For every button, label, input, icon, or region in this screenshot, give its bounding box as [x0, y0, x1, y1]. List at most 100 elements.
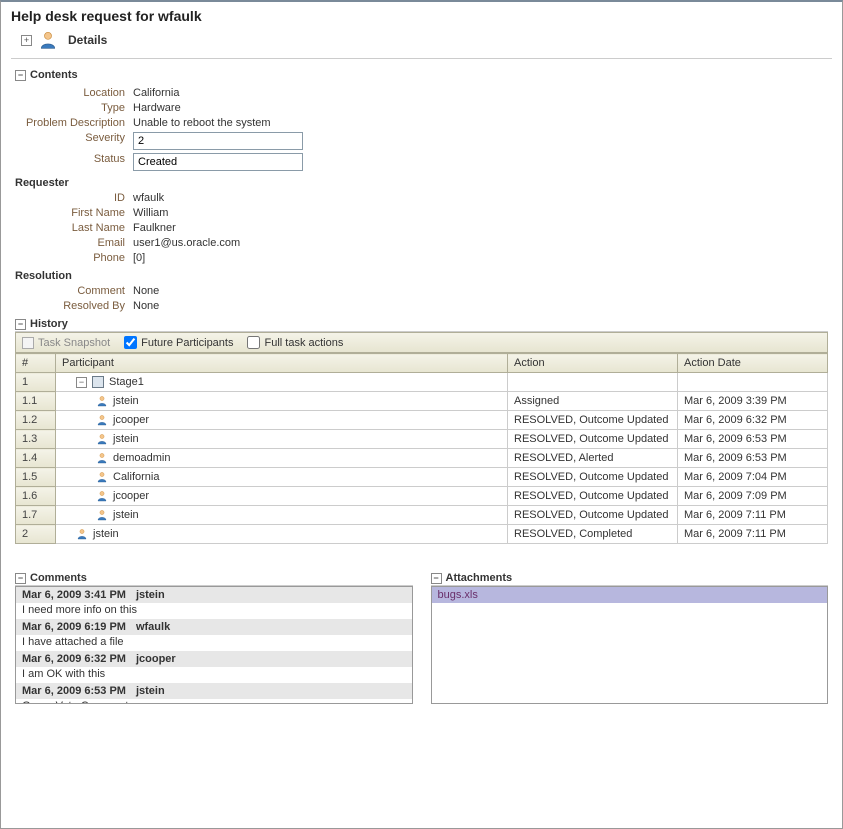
comment-user: jstein	[136, 685, 165, 697]
history-toolbar: Task Snapshot Future Participants Full t…	[15, 332, 828, 353]
participant-name: jcooper	[113, 414, 149, 426]
history-header-label: History	[30, 318, 68, 330]
resolved-by-value: None	[133, 300, 828, 312]
action-cell: RESOLVED, Outcome Updated	[508, 487, 678, 506]
details-expand-toggle[interactable]: +	[21, 35, 32, 46]
person-icon	[96, 471, 108, 483]
page-title: Help desk request for wfaulk	[1, 2, 842, 28]
row-number: 1.2	[16, 411, 56, 430]
comment-date: Mar 6, 2009 6:53 PM	[22, 685, 126, 697]
comment-user: wfaulk	[136, 621, 170, 633]
future-participants-checkbox[interactable]	[124, 336, 137, 349]
attachments-header-label: Attachments	[446, 572, 513, 584]
table-row[interactable]: 2jsteinRESOLVED, CompletedMar 6, 2009 7:…	[16, 525, 828, 544]
person-icon	[38, 30, 58, 50]
action-cell: RESOLVED, Outcome Updated	[508, 506, 678, 525]
history-section: − History Task Snapshot Future Participa…	[15, 318, 828, 544]
location-value: California	[133, 87, 828, 99]
action-date-cell	[678, 373, 828, 392]
full-task-actions-checkbox[interactable]	[247, 336, 260, 349]
stage-collapse-toggle[interactable]: −	[76, 377, 87, 388]
row-number: 2	[16, 525, 56, 544]
person-icon	[96, 414, 108, 426]
participant-name: demoadmin	[113, 452, 170, 464]
severity-label: Severity	[15, 132, 125, 150]
participant-cell: demoadmin	[56, 449, 508, 468]
attachments-section: − Attachments bugs.xls	[431, 572, 829, 704]
future-participants-label: Future Participants	[141, 337, 233, 349]
attachments-collapse-toggle[interactable]: −	[431, 573, 442, 584]
type-value: Hardware	[133, 102, 828, 114]
problem-label: Problem Description	[15, 117, 125, 129]
attachment-item[interactable]: bugs.xls	[432, 587, 828, 603]
col-action-date[interactable]: Action Date	[678, 354, 828, 373]
participant-cell: −Stage1	[56, 373, 508, 392]
comment-body: I need more info on this	[16, 603, 412, 619]
action-date-cell: Mar 6, 2009 6:53 PM	[678, 449, 828, 468]
contents-header: − Contents	[15, 69, 828, 81]
stage-icon	[92, 376, 104, 388]
contents-header-label: Contents	[30, 69, 78, 81]
contents-section: − Contents Location California Type Hard…	[15, 69, 828, 312]
action-cell	[508, 373, 678, 392]
resolution-header: Resolution	[15, 270, 828, 282]
table-row[interactable]: 1.3jsteinRESOLVED, Outcome UpdatedMar 6,…	[16, 430, 828, 449]
first-name-value: William	[133, 207, 828, 219]
comment-date: Mar 6, 2009 3:41 PM	[22, 589, 126, 601]
attachments-header: − Attachments	[431, 572, 829, 586]
table-row[interactable]: 1.1jsteinAssignedMar 6, 2009 3:39 PM	[16, 392, 828, 411]
last-name-label: Last Name	[15, 222, 125, 234]
history-table: # Participant Action Action Date 1−Stage…	[15, 353, 828, 544]
participant-name: jstein	[93, 528, 119, 540]
participant-name: California	[113, 471, 159, 483]
full-task-actions-label: Full task actions	[264, 337, 343, 349]
comment-value: None	[133, 285, 828, 297]
person-icon	[96, 509, 108, 521]
severity-input[interactable]	[133, 132, 303, 150]
col-num[interactable]: #	[16, 354, 56, 373]
comment-header: Mar 6, 2009 3:41 PMjstein	[16, 587, 412, 603]
participant-name: jcooper	[113, 490, 149, 502]
comment-date: Mar 6, 2009 6:32 PM	[22, 653, 126, 665]
email-label: Email	[15, 237, 125, 249]
comments-collapse-toggle[interactable]: −	[15, 573, 26, 584]
history-collapse-toggle[interactable]: −	[15, 319, 26, 330]
email-value: user1@us.oracle.com	[133, 237, 828, 249]
action-date-cell: Mar 6, 2009 7:09 PM	[678, 487, 828, 506]
full-task-actions-check[interactable]: Full task actions	[247, 336, 343, 349]
table-row[interactable]: 1.7jsteinRESOLVED, Outcome UpdatedMar 6,…	[16, 506, 828, 525]
person-icon	[76, 528, 88, 540]
table-row[interactable]: 1.6 jcooper RESOLVED, Outcome UpdatedMar 6…	[16, 487, 828, 506]
table-row[interactable]: 1.4demoadminRESOLVED, AlertedMar 6, 2009…	[16, 449, 828, 468]
problem-value: Unable to reboot the system	[133, 117, 828, 129]
participant-cell: jstein	[56, 525, 508, 544]
table-row[interactable]: 1.2jcooperRESOLVED, Outcome UpdatedMar 6…	[16, 411, 828, 430]
first-name-label: First Name	[15, 207, 125, 219]
id-label: ID	[15, 192, 125, 204]
participant-cell: jstein	[56, 506, 508, 525]
comments-scroll[interactable]: Mar 6, 2009 3:41 PMjsteinI need more inf…	[16, 587, 412, 703]
comment-body: I am OK with this	[16, 667, 412, 683]
comments-header: − Comments	[15, 572, 413, 586]
comment-user: jcooper	[136, 653, 176, 665]
contents-collapse-toggle[interactable]: −	[15, 70, 26, 81]
table-row[interactable]: 1.5CaliforniaRESOLVED, Outcome UpdatedMa…	[16, 468, 828, 487]
table-row[interactable]: 1−Stage1	[16, 373, 828, 392]
row-number: 1.5	[16, 468, 56, 487]
row-number: 1.6	[16, 487, 56, 506]
comments-header-label: Comments	[30, 572, 87, 584]
task-snapshot-button[interactable]: Task Snapshot	[22, 337, 110, 349]
row-number: 1.3	[16, 430, 56, 449]
col-participant[interactable]: Participant	[56, 354, 508, 373]
row-number: 1.1	[16, 392, 56, 411]
col-action[interactable]: Action	[508, 354, 678, 373]
comment-header: Mar 6, 2009 6:53 PM jstein	[16, 683, 412, 699]
action-date-cell: Mar 6, 2009 3:39 PM	[678, 392, 828, 411]
status-input[interactable]	[133, 153, 303, 171]
last-name-value: Faulkner	[133, 222, 828, 234]
action-date-cell: Mar 6, 2009 7:11 PM	[678, 525, 828, 544]
future-participants-check[interactable]: Future Participants	[124, 336, 233, 349]
action-cell: RESOLVED, Alerted	[508, 449, 678, 468]
participant-name: jstein	[113, 433, 139, 445]
action-cell: RESOLVED, Outcome Updated	[508, 430, 678, 449]
